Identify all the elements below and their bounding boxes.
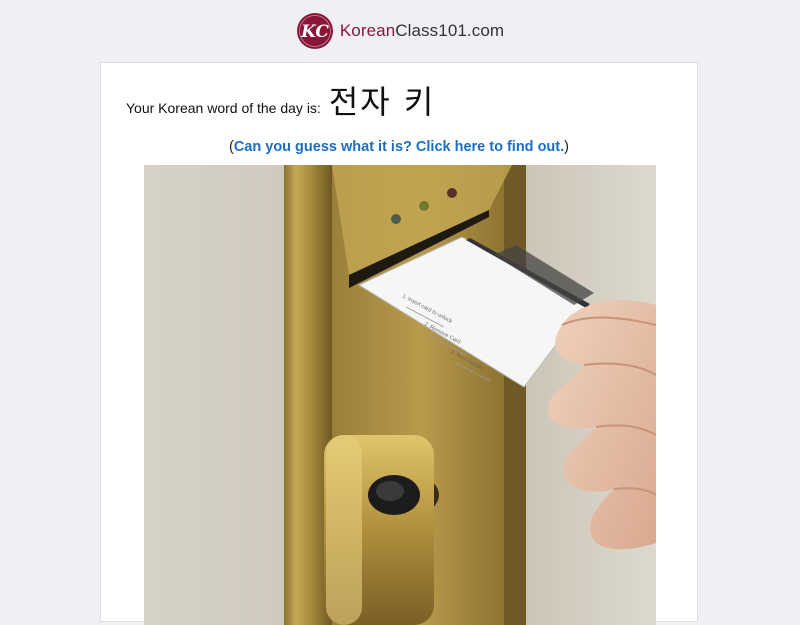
word-of-the-day-label: Your Korean word of the day is: bbox=[126, 100, 321, 116]
guess-link[interactable]: Can you guess what it is? Click here to … bbox=[234, 139, 564, 155]
koreanclass101-logo-icon: KC bbox=[296, 13, 333, 49]
word-of-the-day-korean: 전자 키 bbox=[328, 83, 436, 121]
photo-led-red bbox=[447, 188, 457, 198]
page-header: KC KoreanClass101.com bbox=[0, 0, 800, 62]
photo-led-amber bbox=[419, 201, 429, 211]
photo-door-handle bbox=[324, 435, 439, 625]
photo-led-green bbox=[391, 214, 401, 224]
logo-mark-text: KC bbox=[300, 22, 329, 42]
logo-wordmark-class101: Class101.com bbox=[395, 21, 505, 40]
word-photo-keycard-door[interactable]: 1. Insert card to unlock 2. Remove Card … bbox=[144, 165, 656, 625]
logo-wordmark-korean: Korean bbox=[339, 21, 396, 40]
photo-plate-edge bbox=[504, 165, 526, 625]
word-of-the-day-row: Your Korean word of the day is: 전자 키 bbox=[126, 77, 435, 123]
guess-prompt: (Can you guess what it is? Click here to… bbox=[101, 139, 697, 155]
site-logo[interactable]: KC KoreanClass101.com bbox=[296, 12, 504, 50]
logo-wordmark: KoreanClass101.com bbox=[340, 21, 504, 41]
guess-close-paren: ) bbox=[564, 139, 569, 155]
word-of-the-day-card: Your Korean word of the day is: 전자 키 (Ca… bbox=[100, 62, 698, 625]
